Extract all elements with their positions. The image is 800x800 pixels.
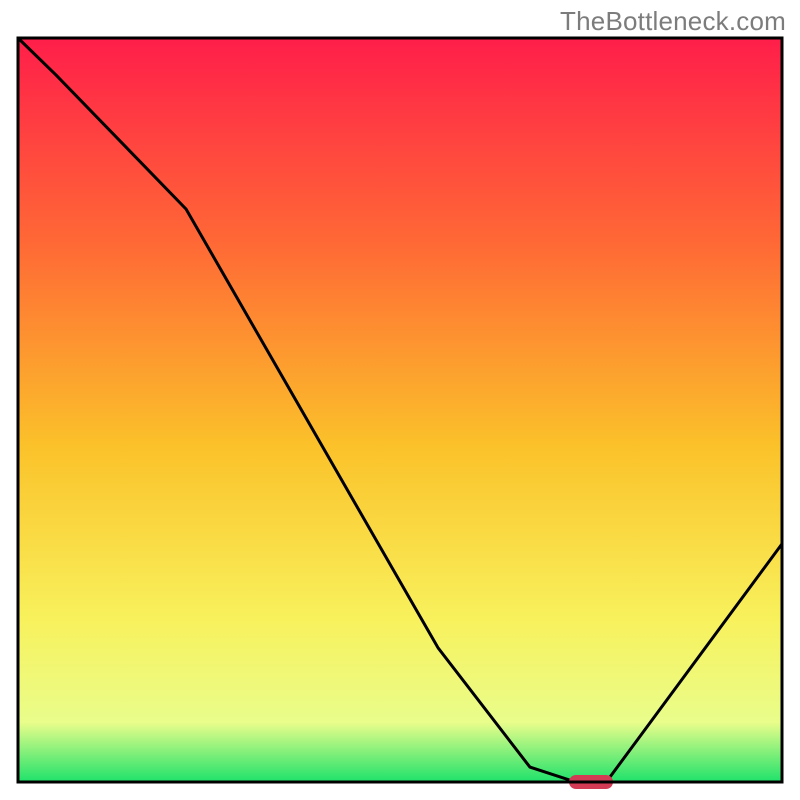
chart-background xyxy=(18,38,782,782)
bottleneck-chart xyxy=(0,0,800,800)
